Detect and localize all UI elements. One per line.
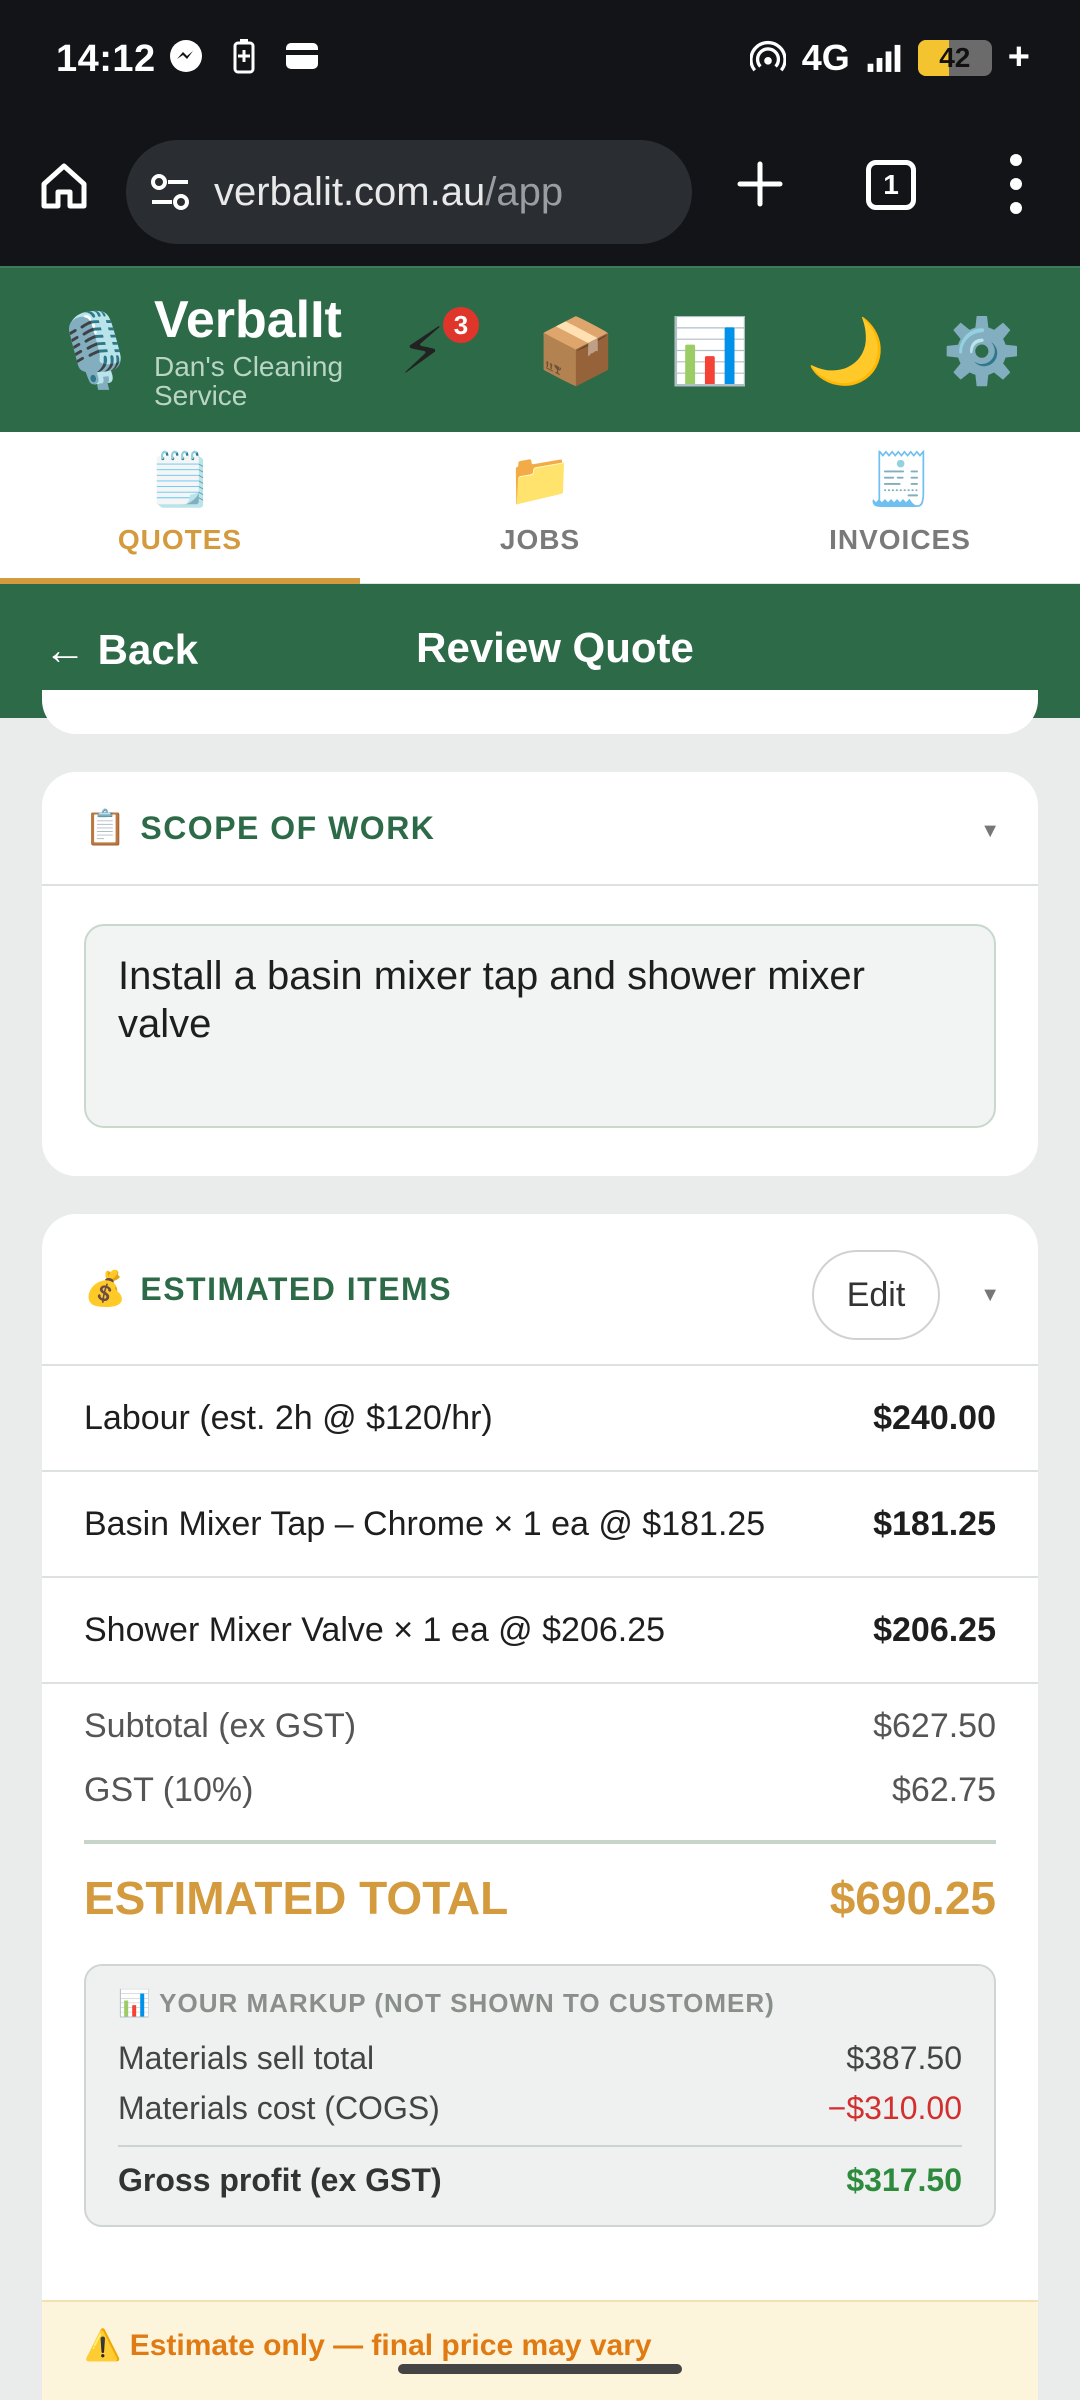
gst-row: GST (10%) $62.75 [84,1758,996,1822]
page-title: Review Quote [416,624,694,671]
materials-sell-label: Materials sell total [118,2039,375,2076]
markup-title: 📊 YOUR MARKUP (NOT SHOWN TO CUSTOMER) [118,1988,962,2019]
line-item-amount: $206.25 [873,1610,996,1649]
home-button[interactable] [36,158,92,214]
line-item: Shower Mixer Valve × 1 ea @ $206.25 $206… [42,1578,1038,1684]
folder-icon: 📁 [507,451,573,509]
moon-icon[interactable]: 🌙 [806,316,886,386]
gross-profit-label: Gross profit (ex GST) [118,2161,442,2198]
tab-quotes[interactable]: 🗒️ QUOTES [0,432,360,584]
battery-saver-icon [226,38,262,74]
scope-card: 📋 SCOPE OF WORK ▼ Install a basin mixer … [42,772,1038,1176]
new-tab-button[interactable] [734,158,786,210]
signal-icon [866,40,902,76]
messenger-icon [168,38,204,74]
battery-indicator: 42 [917,39,992,76]
chart-icon: 📊 [118,1988,160,2018]
money-bag-icon: 💰 [84,1270,127,1308]
tab-label: JOBS [499,524,581,555]
line-item: Basin Mixer Tap – Chrome × 1 ea @ $181.2… [42,1472,1038,1578]
materials-sell-row: Materials sell total $387.50 [118,2033,962,2083]
line-item: Labour (est. 2h @ $120/hr) $240.00 [42,1366,1038,1472]
warning-text: Estimate only — final price may vary [129,2329,652,2362]
address-bar[interactable]: verbalit.com.au/app [126,140,692,244]
lightning-icon[interactable]: ⚡ [400,316,445,386]
materials-cost-row: Materials cost (COGS) −$310.00 [118,2083,962,2133]
microphone-icon: 🎙️ [50,311,140,391]
url-domain: verbalit.com.au [214,169,486,214]
tab-invoices[interactable]: 🧾 INVOICES [720,432,1080,584]
site-settings-icon[interactable] [148,170,192,214]
network-type: 4G [801,36,850,78]
tab-switcher-button[interactable]: 1 [866,160,916,210]
subtotal-row: Subtotal (ex GST) $627.50 [84,1694,996,1758]
totals-section: Subtotal (ex GST) $627.50 GST (10%) $62.… [42,1684,1038,1952]
charging-indicator: + [1007,36,1030,78]
scope-title: SCOPE OF WORK [140,809,436,846]
browser-toolbar: verbalit.com.au/app 1 [0,118,1080,266]
app-header: 🎙️ VerbalIt Dan's Cleaning Service ⚡ 3 📦… [0,266,1080,432]
line-item-amount: $181.25 [873,1504,996,1543]
chevron-down-icon[interactable]: ▼ [980,1284,1000,1307]
total-value: $690.25 [829,1872,996,1924]
tab-label: INVOICES [829,524,971,555]
tab-jobs[interactable]: 📁 JOBS [360,432,720,584]
scope-card-header[interactable]: 📋 SCOPE OF WORK ▼ [42,772,1038,886]
estimated-total-row: ESTIMATED TOTAL $690.25 [84,1844,996,1952]
battery-level: 42 [939,41,971,73]
app-title: VerbalIt [154,291,342,349]
main-tabs: 🗒️ QUOTES 📁 JOBS 🧾 INVOICES [0,432,1080,584]
status-time: 14:12 [56,38,156,80]
url-text[interactable]: verbalit.com.au/app [214,170,563,215]
items-card: 💰 ESTIMATED ITEMS Edit ▼ Labour (est. 2h… [42,1214,1038,2400]
gst-label: GST (10%) [84,1770,254,1809]
home-icon [41,163,87,209]
line-item-amount: $240.00 [873,1398,996,1437]
edit-items-button[interactable]: Edit [812,1250,940,1340]
notification-badge: 3 [440,304,482,346]
items-title: ESTIMATED ITEMS [140,1270,453,1307]
line-item-description: Labour (est. 2h @ $120/hr) [84,1398,493,1437]
url-path: /app [485,169,564,214]
markup-title-text: YOUR MARKUP (NOT SHOWN TO CUSTOMER) [159,1988,775,2018]
chevron-down-icon[interactable]: ▼ [980,820,1000,843]
notification-icons [168,38,320,74]
warning-icon: ⚠️ [84,2329,130,2362]
browser-menu-button[interactable] [1004,154,1028,214]
business-name: Dan's Cleaning Service [154,351,344,411]
gross-profit-value: $317.50 [846,2161,962,2198]
previous-card [42,690,1038,734]
status-bar: 14:12 4G 42 + [0,0,1080,118]
package-icon[interactable]: 📦 [536,316,616,386]
gear-icon[interactable]: ⚙️ [942,316,1022,386]
gross-profit-row: Gross profit (ex GST) $317.50 [118,2155,962,2205]
clipboard-icon: 📋 [84,809,127,847]
notepad-icon: 🗒️ [147,451,213,509]
materials-cost-value: −$310.00 [827,2089,962,2126]
line-item-description: Shower Mixer Valve × 1 ea @ $206.25 [84,1610,666,1649]
markup-panel: 📊 YOUR MARKUP (NOT SHOWN TO CUSTOMER) Ma… [84,1964,996,2227]
items-card-header[interactable]: 💰 ESTIMATED ITEMS Edit ▼ [42,1214,1038,1366]
materials-cost-label: Materials cost (COGS) [118,2089,440,2126]
markup-divider [118,2145,962,2147]
system-icons: 4G 42 + [749,36,1030,79]
tab-label: QUOTES [117,524,243,555]
hotspot-icon [749,40,786,76]
subtotal-value: $627.50 [873,1706,996,1745]
line-item-description: Basin Mixer Tap – Chrome × 1 ea @ $181.2… [84,1504,766,1543]
estimate-warning: ⚠️ Estimate only — final price may vary [42,2300,1038,2400]
gst-value: $62.75 [892,1770,996,1809]
scope-text-field[interactable]: Install a basin mixer tap and shower mix… [84,924,996,1128]
materials-sell-value: $387.50 [846,2039,962,2076]
total-label: ESTIMATED TOTAL [84,1872,509,1924]
subtotal-label: Subtotal (ex GST) [84,1706,357,1745]
chart-icon[interactable]: 📊 [670,316,750,386]
wallet-icon [284,38,320,74]
home-indicator[interactable] [398,2364,682,2374]
receipt-icon: 🧾 [867,451,933,509]
plus-icon [737,161,783,207]
